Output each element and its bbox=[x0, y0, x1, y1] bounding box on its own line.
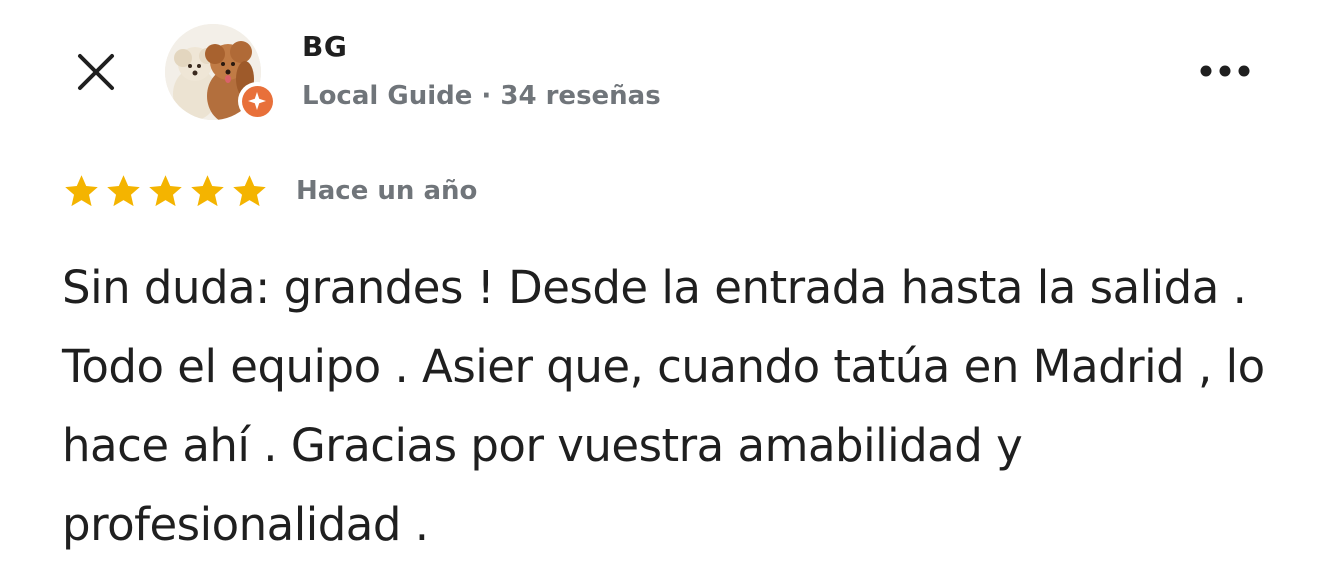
star-icon bbox=[65, 175, 98, 207]
local-guide-badge-icon bbox=[238, 82, 276, 120]
reviews-count: 34 reseñas bbox=[500, 81, 661, 111]
star-icon bbox=[149, 175, 182, 207]
local-guide-label: Local Guide bbox=[302, 81, 473, 111]
close-icon bbox=[78, 54, 114, 90]
star-icon bbox=[233, 175, 266, 207]
close-button[interactable] bbox=[70, 46, 122, 98]
meta-separator: · bbox=[481, 81, 492, 111]
review-time: Hace un año bbox=[296, 176, 478, 206]
star-icon bbox=[107, 175, 140, 207]
review-text: Sin duda: grandes ! Desde la entrada has… bbox=[62, 261, 1265, 551]
more-horizontal-icon bbox=[1200, 65, 1250, 77]
star-rating bbox=[62, 172, 269, 211]
reviewer-meta[interactable]: Local Guide · 34 reseñas bbox=[302, 81, 661, 111]
star-icon bbox=[191, 175, 224, 207]
more-options-button[interactable] bbox=[1192, 50, 1258, 92]
reviewer-name[interactable]: BG bbox=[302, 30, 347, 63]
